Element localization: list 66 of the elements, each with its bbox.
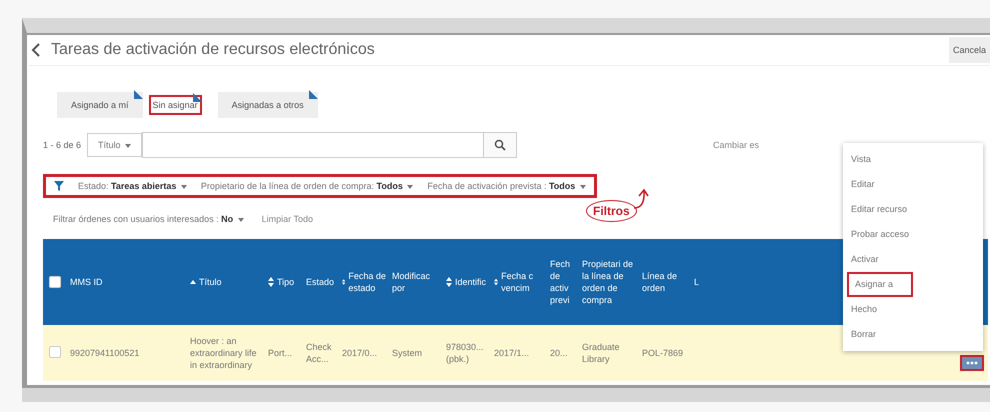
table-cell: Hoover : an extraordinary life in extraordinary [190,336,257,370]
menu-item[interactable]: Vista [843,147,983,172]
menu-item[interactable]: Editar [843,172,983,197]
menu-item[interactable]: Hecho [843,297,983,322]
table-cell: Port... [268,348,292,358]
select-all-checkbox[interactable] [49,276,61,288]
menu-item[interactable]: Asignar a [847,272,913,297]
sort-icon[interactable] [446,276,452,288]
column-header[interactable]: Fecha de estado [348,270,386,294]
tab[interactable]: Asignado a mí [57,92,143,118]
sort-icon[interactable] [494,276,498,288]
caret-icon [180,184,187,189]
tab[interactable]: Asignadas a otros [218,92,318,118]
table-cell: 99207941100521 [70,348,140,358]
more-actions-button[interactable] [960,355,984,371]
column-header[interactable]: Estado [306,276,334,288]
column-header[interactable]: Tipo [277,276,294,288]
sort-icon[interactable] [268,276,274,288]
filter-dropdown[interactable]: Fecha de activación prevista : Todos [427,181,586,191]
column-header[interactable]: Identific [455,276,486,288]
caret-icon [125,144,132,148]
filter-dropdown[interactable]: Estado: Tareas abiertas [78,181,187,191]
more-icon [966,361,978,365]
menu-item[interactable]: Probar acceso [843,222,983,247]
search-scope-dropdown[interactable]: Título [87,133,142,157]
column-header[interactable]: Fech de activ previ [550,258,576,306]
table-cell: 20... [550,348,568,358]
column-header[interactable]: Título [199,276,222,288]
corner-triangle-icon [134,90,143,99]
search-button[interactable] [483,132,518,158]
corner-triangle-icon [192,93,202,102]
cancel-button[interactable]: Cancela [948,37,990,63]
sort-ascending-icon[interactable] [190,279,196,285]
column-header[interactable]: Fecha c vencim [501,270,544,294]
table-cell: Graduate Library [582,342,620,364]
menu-item[interactable]: Editar recurso [843,197,983,222]
column-header[interactable]: Modificac por [392,270,440,294]
caret-icon [580,184,586,189]
column-header[interactable]: MMS ID [70,276,102,288]
caret-icon [238,218,244,222]
column-header[interactable]: Línea de orden [642,270,688,294]
table-cell: Check Acc... [306,342,332,364]
caret-icon [407,184,414,189]
clear-all-link[interactable]: Limpiar Todo [262,214,313,224]
filter-icon [54,181,64,191]
filters-annotation: Filtros [586,200,637,222]
row-checkbox[interactable] [49,346,61,358]
menu-item[interactable]: Borrar [843,322,983,347]
table-cell: System [392,348,422,358]
filter-dropdown[interactable]: Propietario de la línea de orden de compra: Todos [200,181,414,191]
menu-item[interactable]: Activar [843,247,983,272]
search-icon [494,139,506,151]
corner-triangle-icon [308,90,318,99]
back-chevron-icon[interactable] [31,43,41,57]
table-cell: 2017/0... [342,348,378,358]
filter-dropdown[interactable]: Filtrar órdenes con usuarios interesados : No [53,214,244,224]
column-header[interactable]: L [694,276,700,288]
tab[interactable]: Sin asignar [148,95,202,115]
result-count: 1 - 6 de 6 [43,140,82,150]
column-header[interactable]: Propietari de la línea de orden de compra [582,258,636,306]
table-cell: 978030... (pbk.) [446,342,484,364]
table-cell: 2017/1... [494,348,530,358]
search-field[interactable] [142,132,484,158]
page-title: Tareas de activación de recursos electrónicos [51,41,376,59]
table-cell: POL-7869 [642,348,684,358]
change-link[interactable]: Cambiar es [713,140,760,150]
